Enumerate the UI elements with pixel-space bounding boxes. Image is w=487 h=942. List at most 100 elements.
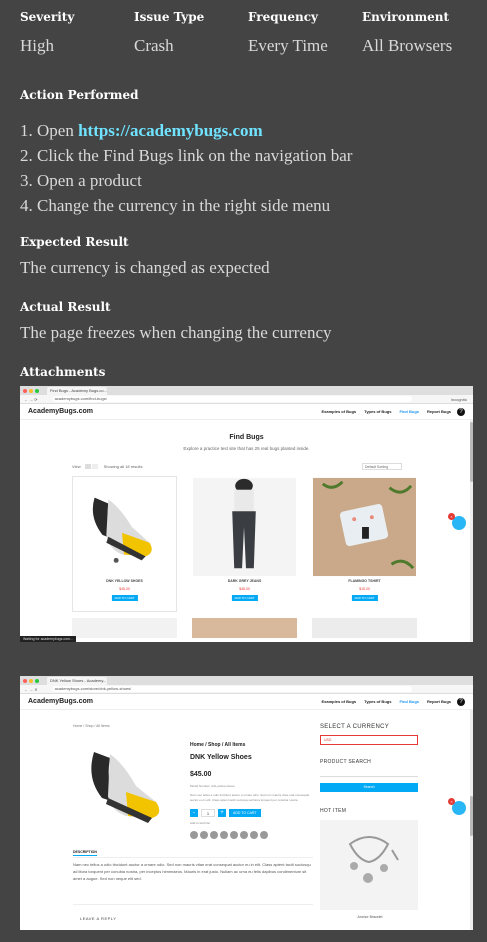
attachments-heading: Attachments [20,365,106,379]
cart-controls: - 1 + ADD TO CART [190,809,310,817]
find-bugs-title: Find Bugs [229,434,264,441]
product-card-placeholder [72,618,177,638]
product-image [72,738,182,834]
attachment-screenshot-product[interactable]: DNK Yellow Shoes - Academy... ← → ✕ acad… [20,676,473,930]
nav-examples-of-bugs: Examples of Bugs [321,699,357,704]
nav-examples-of-bugs: Examples of Bugs [321,409,357,414]
nav-report-bugs: Report Bugs [427,699,451,704]
jeans-image [193,477,296,577]
qty-field: 1 [201,809,215,817]
sidebar: SELECT A CURRENCY USD PRODUCT SEARCH Sea… [320,724,420,919]
site-nav: AcademyBugs.com Examples of Bugs Types o… [20,404,473,420]
product-price: $15.00 [359,587,370,591]
product-card: FLAMINGO TSHIRT $15.00 ADD TO CART [312,476,417,612]
action-performed-heading: Action Performed [20,88,139,102]
product-breadcrumb: Home / Shop / All Items [190,742,246,748]
vk-icon [260,831,268,839]
step-item: 3. Open a product [20,168,352,193]
view-label: View [72,464,81,469]
frequency-column: Frequency Every Time [248,10,362,56]
environment-column: Environment All Browsers [362,10,476,56]
twitter-icon [200,831,208,839]
list-view-icon [91,464,98,469]
product-card-placeholder [192,618,297,638]
close-dot-icon [23,388,27,393]
severity-column: Severity High [20,10,134,56]
search-button: Search [320,783,418,792]
actual-result-text: The page freezes when changing the curre… [20,323,332,342]
scrollbar-thumb [470,796,473,836]
environment-value: All Browsers [362,36,453,55]
wishlist-link: Add to wish list [190,821,211,825]
step-number: 4. [20,196,33,215]
site-logo: AcademyBugs.com [28,698,93,705]
minimize-dot-icon [29,678,33,683]
browser-url-bar: ← → ⟳ academybugs.com/find-bugs/ Incogni… [20,395,473,404]
browser-tab: Find Bugs - Academy Bugs.co... [47,386,107,395]
currency-heading: SELECT A CURRENCY [320,724,390,730]
academybugs-link[interactable]: https://academybugs.com [78,121,263,140]
status-bar: Waiting for academybugs.com... [20,636,76,642]
pinterest-icon [220,831,228,839]
tab-description: DESCRIPTION [73,850,97,856]
product-sku: Model Number: dnk-yellow-shoes [190,784,235,788]
step-number: 1. [20,121,33,140]
product-name: DARK GREY JEANS [227,579,262,583]
product-details: Home / Shop / All Items DNK Yellow Shoes… [190,742,310,839]
add-to-cart-button: ADD TO CART [229,809,261,817]
issue-meta-row: Severity High Issue Type Crash Frequency… [20,10,480,56]
product-card-placeholder [312,618,417,638]
hot-item-caption: Anchor Bracelet [357,915,383,919]
product-price: $45.00 [119,587,130,591]
nav-report-bugs: Report Bugs [427,409,451,414]
close-badge-icon: × [448,798,455,805]
product-name: FLAMINGO TSHIRT [348,579,381,583]
issue-type-column: Issue Type Crash [134,10,248,56]
reply-divider [73,904,313,905]
issue-type-label: Issue Type [134,10,205,24]
actual-result-heading: Actual Result [20,300,111,314]
severity-value: High [20,36,54,55]
currency-select: USD [320,735,418,745]
environment-label: Environment [362,10,450,24]
issue-type-value: Crash [134,36,174,55]
search-input [320,769,418,777]
tab-divider [73,857,313,858]
step-number: 2. [20,146,33,165]
help-icon: ? [457,407,465,416]
email-icon [210,831,218,839]
view-row: View Showing all 18 results Default Sort… [72,463,402,470]
bracelet-image [320,820,418,910]
nav-find-bugs: Find Bugs [399,699,419,704]
hot-item-heading: HOT ITEM [320,808,347,814]
facebook-icon [190,831,198,839]
nav-types-of-bugs: Types of Bugs [364,699,392,704]
step-text: Change the currency in the right side me… [37,196,331,215]
step-text: Open a product [37,171,142,190]
product-grid: DNK YELLOW SHOES $45.00 ADD TO CART DARK… [72,476,473,612]
product-price: $45.00 [190,771,212,778]
attachment-screenshot-find-bugs[interactable]: Find Bugs - Academy Bugs.co... ← → ⟳ aca… [20,386,473,642]
site-nav-links: Examples of Bugs Types of Bugs Find Bugs… [321,409,451,414]
frequency-label: Frequency [248,10,319,24]
product-name: DNK Yellow Shoes [190,754,252,761]
expected-result-heading: Expected Result [20,235,129,249]
browser-tab-bar: DNK Yellow Shoes - Academy... [20,676,473,685]
site-logo: AcademyBugs.com [28,408,93,415]
maximize-dot-icon [35,388,39,393]
nav-types-of-bugs: Types of Bugs [364,409,392,414]
next-row-placeholder [72,618,473,638]
add-to-cart-button: ADD TO CART [231,595,258,601]
breadcrumb: Home / Shop / All Items [73,724,110,728]
steps-list: 1. Open https://academybugs.com 2. Click… [20,118,352,218]
step-item: 2. Click the Find Bugs link on the navig… [20,143,352,168]
expected-result-text: The currency is changed as expected [20,258,270,277]
product-card: DNK YELLOW SHOES $45.00 ADD TO CART [72,476,177,612]
product-description: Nam nec tellus a odio tincidunt auctor a… [73,862,311,881]
help-icon: ? [457,697,465,706]
step-number: 3. [20,171,33,190]
increase-qty-button: + [218,809,226,817]
google-icon [230,831,238,839]
browser-tab-bar: Find Bugs - Academy Bugs.co... [20,386,473,395]
product-name: DNK YELLOW SHOES [106,579,143,583]
